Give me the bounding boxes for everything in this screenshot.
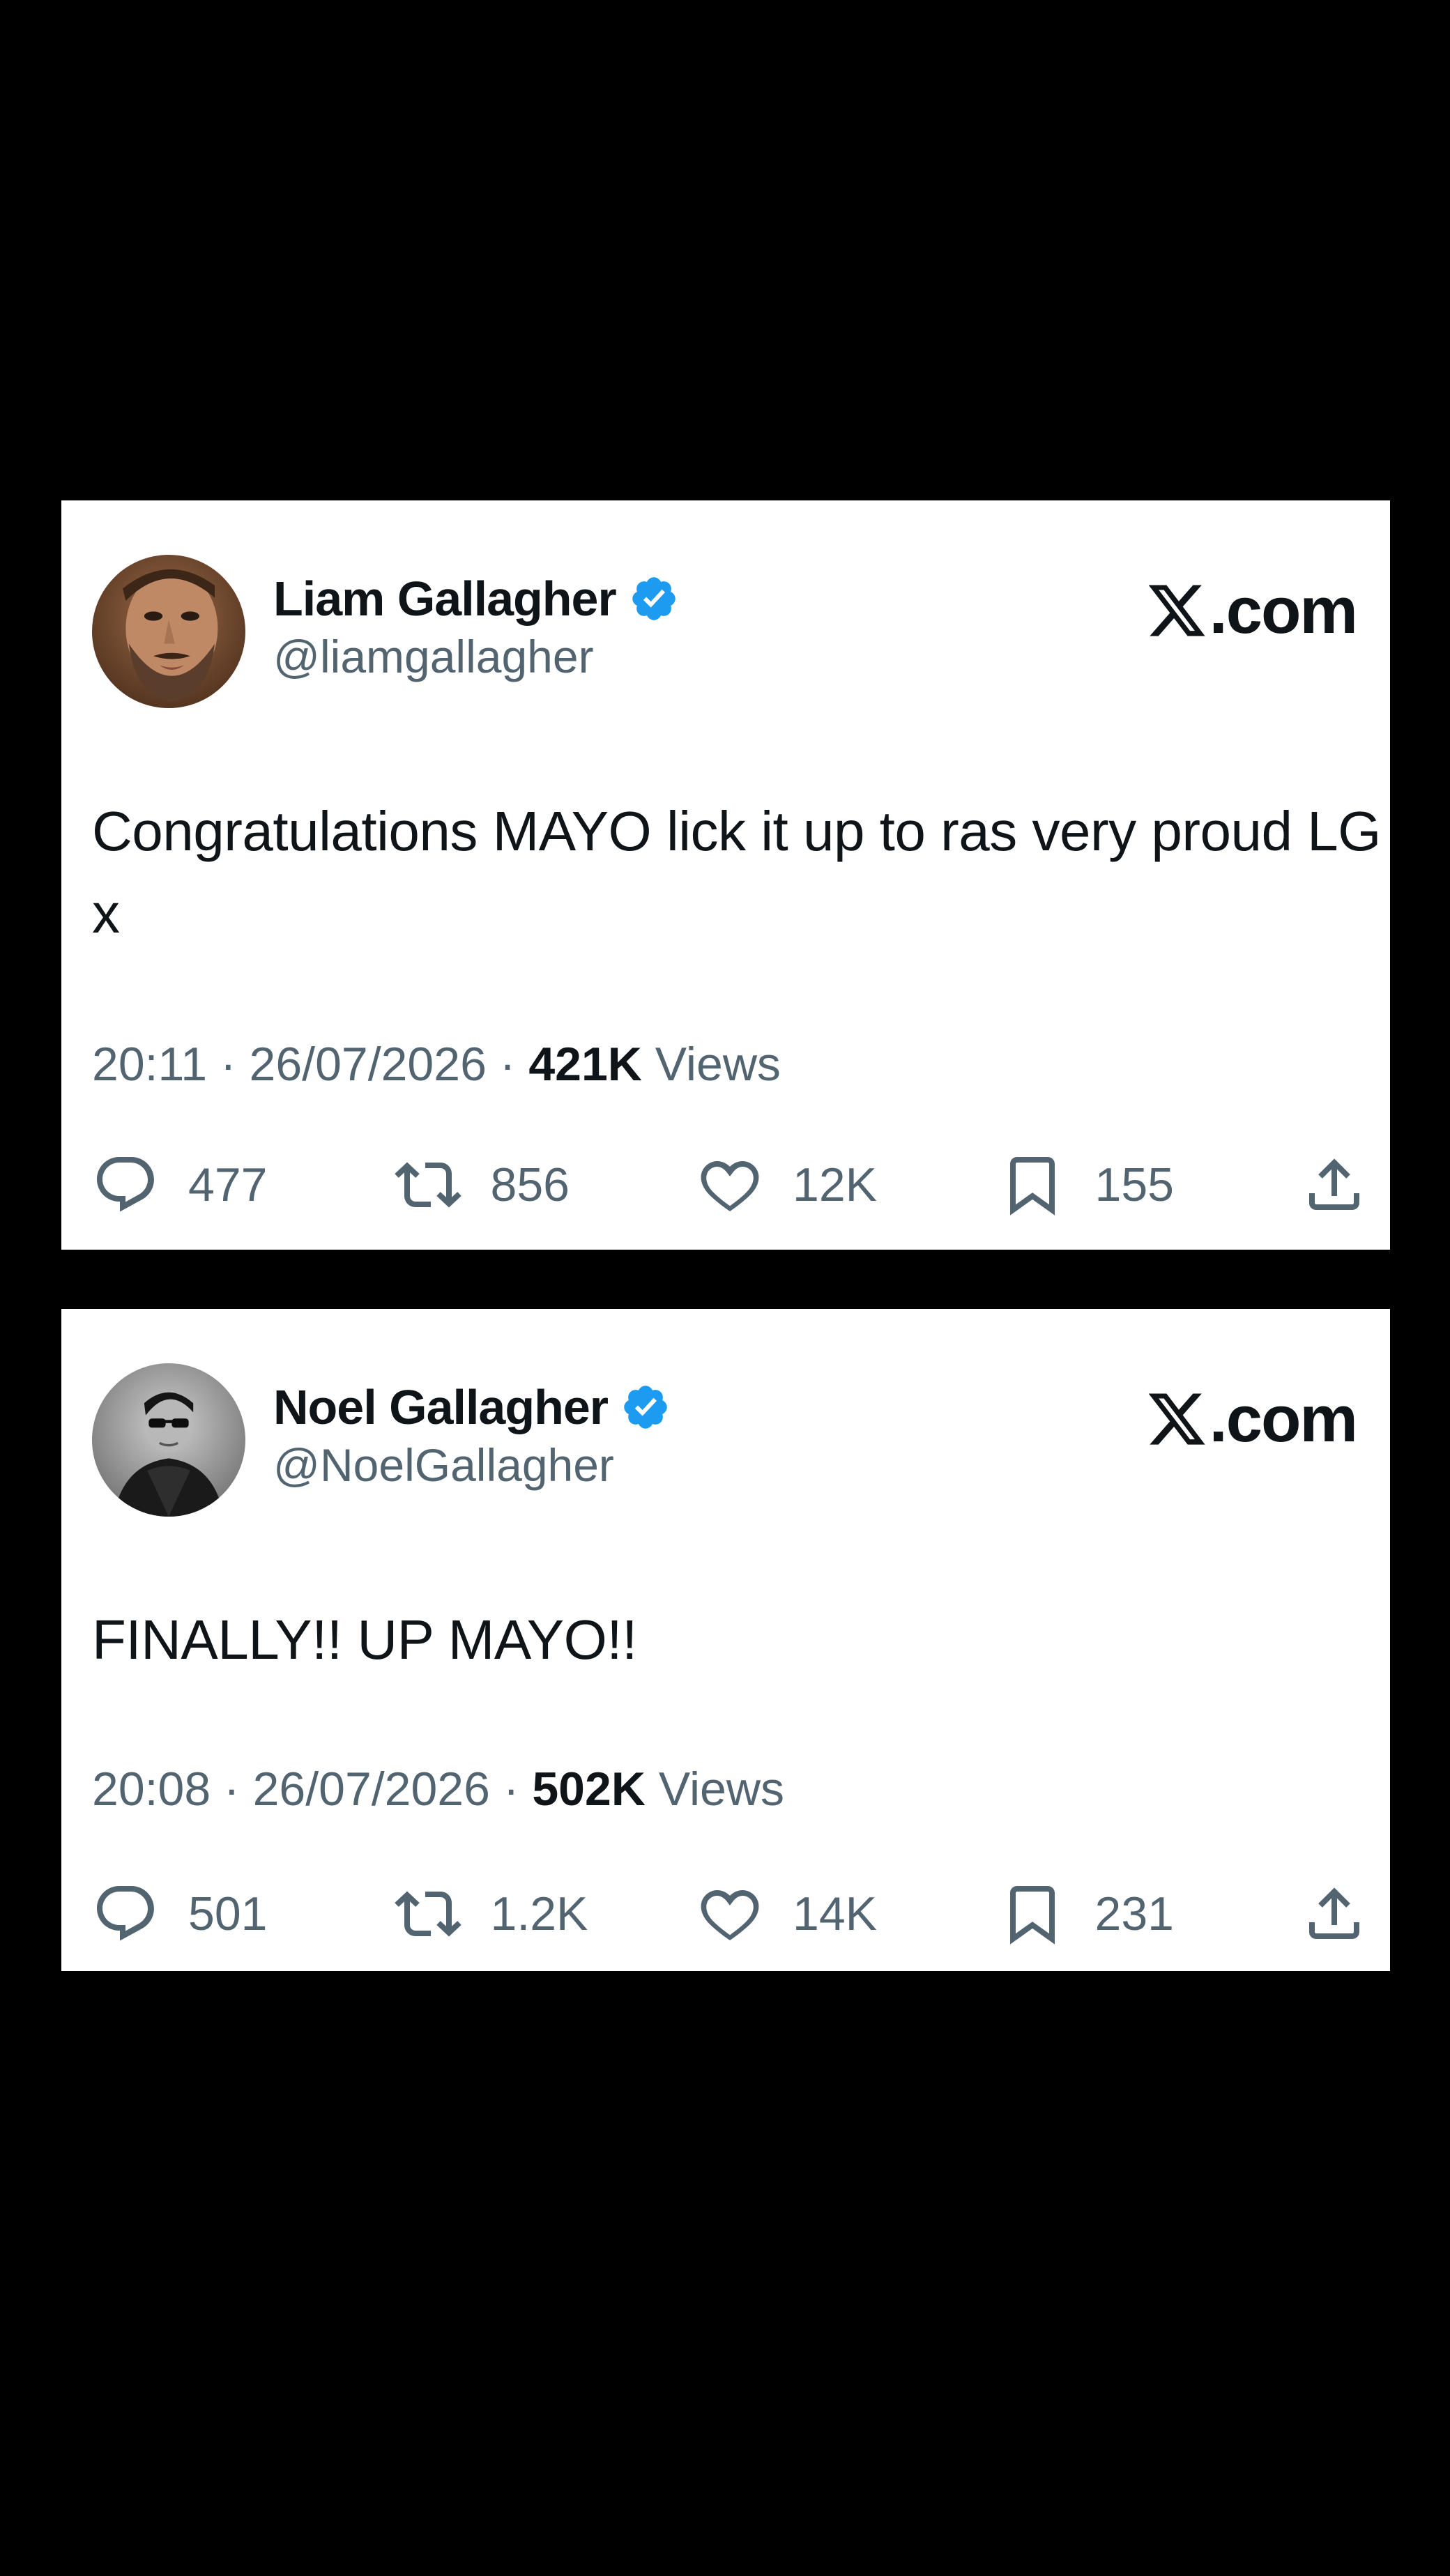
share-button[interactable] [1301, 1151, 1368, 1218]
action-bar: 501 1.2K 14K 231 [92, 1879, 1368, 1949]
man-in-sunglasses-bw-avatar [92, 1363, 245, 1517]
tweet-text: FINALLY!! UP MAYO!! [92, 1609, 637, 1671]
timestamp[interactable]: 20:11 · 26/07/2026 · [92, 1038, 528, 1091]
x-logo-icon [1145, 1388, 1208, 1450]
like-button[interactable]: 12K [696, 1151, 989, 1218]
like-count: 12K [793, 1158, 877, 1211]
reply-button[interactable]: 501 [92, 1880, 385, 1947]
share-upload-icon [1301, 1880, 1368, 1947]
timestamp[interactable]: 20:08 · 26/07/2026 · [92, 1763, 532, 1816]
action-bar: 477 856 12K 155 [92, 1150, 1368, 1220]
bookmark-button[interactable]: 231 [999, 1880, 1292, 1947]
repost-button[interactable]: 856 [395, 1151, 687, 1218]
repost-arrows-icon [395, 1880, 461, 1947]
display-name[interactable]: Noel Gallagher [273, 1379, 609, 1435]
bookmark-button[interactable]: 155 [999, 1151, 1292, 1218]
reply-button[interactable]: 477 [92, 1151, 385, 1218]
repost-arrows-icon [395, 1151, 461, 1218]
share-upload-icon [1301, 1151, 1368, 1218]
reply-bubble-icon [92, 1151, 159, 1218]
reply-count: 501 [188, 1887, 268, 1940]
reply-bubble-icon [92, 1880, 159, 1947]
site-domain: .com [1209, 574, 1358, 647]
avatar[interactable] [92, 1363, 245, 1517]
user-handle[interactable]: @NoelGallagher [273, 1439, 614, 1492]
name-row: Liam Gallagher [273, 567, 679, 630]
repost-count: 1.2K [490, 1887, 588, 1940]
verified-badge-icon [629, 574, 679, 624]
bookmark-count: 155 [1094, 1158, 1174, 1211]
repost-count: 856 [490, 1158, 570, 1211]
share-button[interactable] [1301, 1880, 1368, 1947]
site-domain: .com [1209, 1382, 1358, 1455]
views-count: 502K [532, 1763, 646, 1816]
like-button[interactable]: 14K [696, 1880, 989, 1947]
heart-icon [696, 1151, 763, 1218]
tweet-card-liam: Liam Gallagher @liamgallagher .com Congr… [61, 500, 1390, 1250]
tweet-meta: 20:11 · 26/07/2026 · 421K Views [92, 1037, 781, 1091]
bookmark-icon [999, 1880, 1066, 1947]
bearded-man-avatar [92, 555, 245, 708]
tweet-text: Congratulations MAYO lick it up to ras v… [92, 800, 1381, 944]
name-row: Noel Gallagher [273, 1376, 671, 1439]
like-count: 14K [793, 1887, 877, 1940]
tweet-card-noel: Noel Gallagher @NoelGallagher .com FINAL… [61, 1309, 1390, 1971]
tweet-meta: 20:08 · 26/07/2026 · 502K Views [92, 1762, 784, 1816]
bookmark-count: 231 [1094, 1887, 1174, 1940]
x-logo-icon [1145, 579, 1208, 642]
site-logo: .com [1145, 573, 1358, 648]
reply-count: 477 [188, 1158, 268, 1211]
bookmark-icon [999, 1151, 1066, 1218]
verified-badge-icon [620, 1382, 671, 1432]
site-logo: .com [1145, 1381, 1358, 1457]
user-handle[interactable]: @liamgallagher [273, 630, 594, 683]
repost-button[interactable]: 1.2K [395, 1880, 687, 1947]
heart-icon [696, 1880, 763, 1947]
avatar[interactable] [92, 555, 245, 708]
views-label: Views [645, 1763, 784, 1816]
display-name[interactable]: Liam Gallagher [273, 571, 617, 627]
views-count: 421K [528, 1038, 642, 1091]
views-label: Views [641, 1038, 781, 1091]
